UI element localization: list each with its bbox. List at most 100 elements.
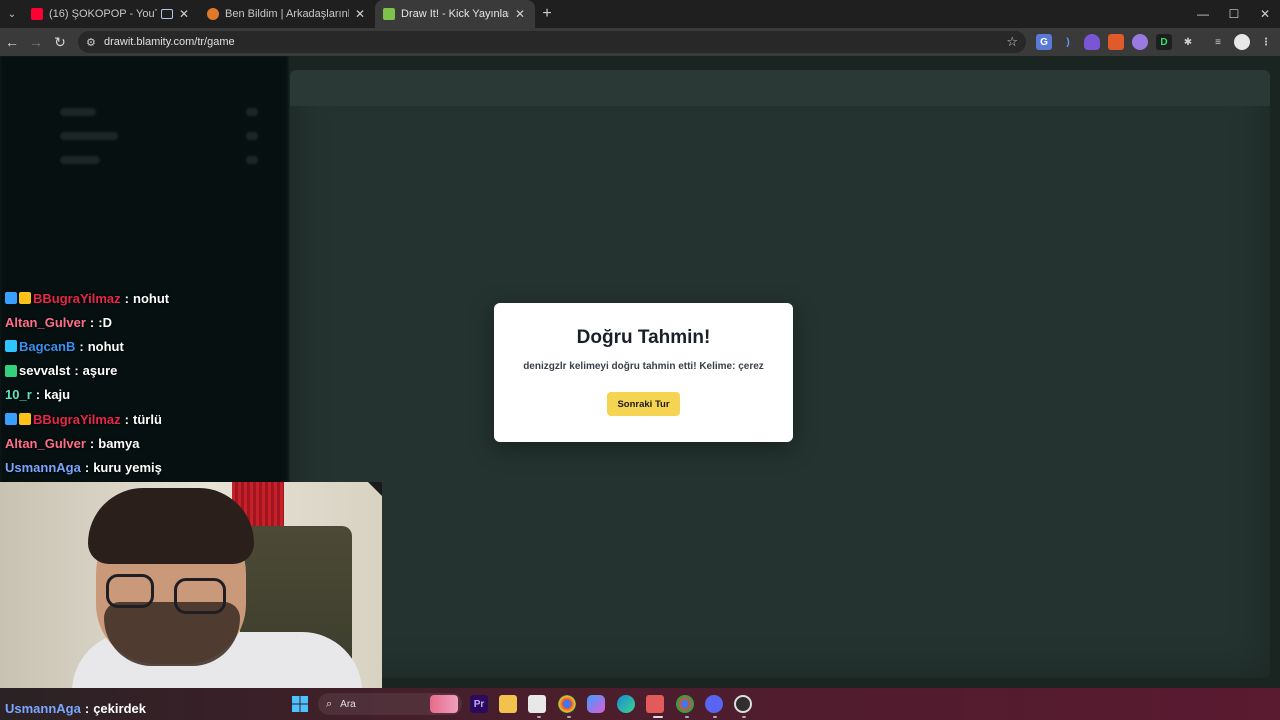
glasses (174, 578, 226, 614)
tab-close-icon[interactable]: ✕ (177, 7, 191, 21)
chat-separator: : (79, 338, 84, 354)
obs-app-icon[interactable] (646, 695, 664, 713)
next-round-button[interactable]: Sonraki Tur (607, 392, 680, 416)
new-tab-button[interactable]: + (535, 5, 559, 23)
chat-text: nohut (87, 338, 124, 354)
running-indicator (742, 716, 746, 718)
chat-line: 10_r: kaju (0, 383, 290, 407)
browser-tab-strip: ⌄ (16) ŞOKOPOP - YouTube ✕ Ben Bildim | … (0, 0, 1280, 28)
chat-badge-icon (19, 413, 31, 426)
chat-badge-icon (5, 413, 17, 426)
app-icon[interactable] (528, 695, 546, 713)
extensions-row: G ) D ✱ ≡ ⋮ (1036, 31, 1280, 53)
chat-line: Altan_Gulver: bamya (0, 431, 290, 455)
chat-text: çekirdek (93, 700, 146, 716)
close-window-button[interactable]: ✕ (1250, 0, 1280, 28)
puzzle-extensions-icon[interactable]: ✱ (1180, 34, 1196, 50)
tab-youtube[interactable]: (16) ŞOKOPOP - YouTube ✕ (23, 0, 199, 28)
back-icon[interactable]: ← (0, 30, 24, 54)
chat-username: 10_r (5, 387, 32, 403)
tab-close-icon[interactable]: ✕ (513, 7, 527, 21)
tab-ben-bildim[interactable]: Ben Bildim | Arkadaşlarınla Onli ✕ (199, 0, 375, 28)
modal-title: Doğru Tahmin! (576, 327, 711, 348)
profile-avatar[interactable] (1234, 34, 1250, 50)
menu-kebab-icon[interactable]: ⋮ (1258, 34, 1274, 50)
chat-separator: : (84, 459, 90, 475)
bookmark-star-icon[interactable]: ☆ (1006, 34, 1018, 50)
chat-username: BagcanB (19, 338, 76, 354)
blurred-row (60, 108, 96, 116)
chat-username: sevvalst (19, 363, 71, 379)
ben-bildim-icon (207, 8, 219, 20)
chat-separator: : (124, 290, 129, 306)
tab-draw-it[interactable]: Draw It! - Kick Yayınları İçin Çiz ✕ (375, 0, 535, 28)
chat-badge-icon (19, 292, 31, 305)
running-indicator (537, 716, 541, 718)
edge-icon[interactable] (617, 695, 635, 713)
chat-badge-icon (5, 340, 17, 353)
chat-separator: : (74, 363, 79, 379)
tab-title: Ben Bildim | Arkadaşlarınla Onli (225, 8, 349, 20)
chat-separator: : (89, 435, 95, 451)
discord-icon[interactable] (705, 695, 723, 713)
chat-line: BagcanB: nohut (0, 334, 290, 358)
running-indicator (567, 716, 571, 718)
search-highlight-icon (430, 695, 458, 713)
tab-close-icon[interactable]: ✕ (353, 7, 367, 21)
fox-extension-icon[interactable] (1108, 34, 1124, 50)
premiere-icon[interactable]: Pr (470, 695, 488, 713)
chrome-profile-icon[interactable] (676, 695, 694, 713)
minimize-button[interactable]: — (1188, 0, 1218, 28)
chat-badge-icon (5, 292, 17, 305)
translate-extension-icon[interactable]: G (1036, 34, 1052, 50)
running-indicator (685, 716, 689, 718)
chat-separator: : (35, 387, 41, 403)
chat-separator: : (124, 411, 129, 427)
chat-text: kuru yemiş (93, 459, 162, 475)
chat-username: UsmannAga (5, 459, 81, 475)
site-settings-icon[interactable]: ⚙ (86, 36, 102, 49)
media-icon[interactable] (161, 9, 173, 19)
canvas-header (290, 70, 1270, 106)
correct-guess-modal: Doğru Tahmin! denizgzlr kelimeyi doğru t… (494, 303, 793, 442)
tab-title: (16) ŞOKOPOP - YouTube (49, 8, 157, 20)
d-extension-icon[interactable]: D (1156, 34, 1172, 50)
file-explorer-icon[interactable] (499, 695, 517, 713)
chat-text: aşure (82, 363, 118, 379)
address-bar[interactable]: ⚙ drawit.blamity.com/tr/game ☆ (78, 31, 1026, 53)
blurred-row (246, 132, 258, 140)
chat-badge-icon (5, 364, 17, 377)
chat-text: kaju (44, 387, 71, 403)
running-indicator (713, 716, 717, 718)
url-text[interactable]: drawit.blamity.com/tr/game (104, 36, 235, 48)
blurred-row (246, 108, 258, 116)
tab-title: Draw It! - Kick Yayınları İçin Çiz (401, 8, 509, 20)
chat-username: Altan_Gulver (5, 314, 86, 330)
chat-line: Altan_Gulver::D (0, 310, 290, 334)
reading-list-icon[interactable]: ≡ (1210, 34, 1226, 50)
chat-username: BBugraYilmaz (33, 411, 121, 427)
maximize-button[interactable]: ☐ (1219, 0, 1249, 28)
tab-search-icon[interactable]: ⌄ (1, 3, 23, 25)
shield-extension-icon[interactable] (1084, 34, 1100, 50)
chat-text: bamya (98, 435, 140, 451)
forward-icon[interactable]: → (24, 30, 48, 54)
obs-icon[interactable] (734, 695, 752, 713)
chat-username: Altan_Gulver (5, 435, 86, 451)
chat-separator: : (89, 314, 95, 330)
chat-separator: : (84, 700, 90, 716)
chat-username: BBugraYilmaz (33, 290, 121, 306)
chat-line-bottom: UsmannAga : çekirdek (0, 698, 382, 718)
blurred-row (246, 156, 258, 164)
blurred-row (60, 156, 100, 164)
chat-line: UsmannAga: kuru yemiş (0, 455, 290, 479)
glasses (106, 574, 154, 608)
copilot-icon[interactable] (587, 695, 605, 713)
reload-icon[interactable]: ↻ (48, 30, 72, 54)
active-indicator (653, 716, 663, 718)
youtube-icon (31, 8, 43, 20)
chat-text: türlü (133, 411, 162, 427)
audio-extension-icon[interactable]: ) (1060, 34, 1076, 50)
chrome-icon[interactable] (558, 695, 576, 713)
ghost-extension-icon[interactable] (1132, 34, 1148, 50)
